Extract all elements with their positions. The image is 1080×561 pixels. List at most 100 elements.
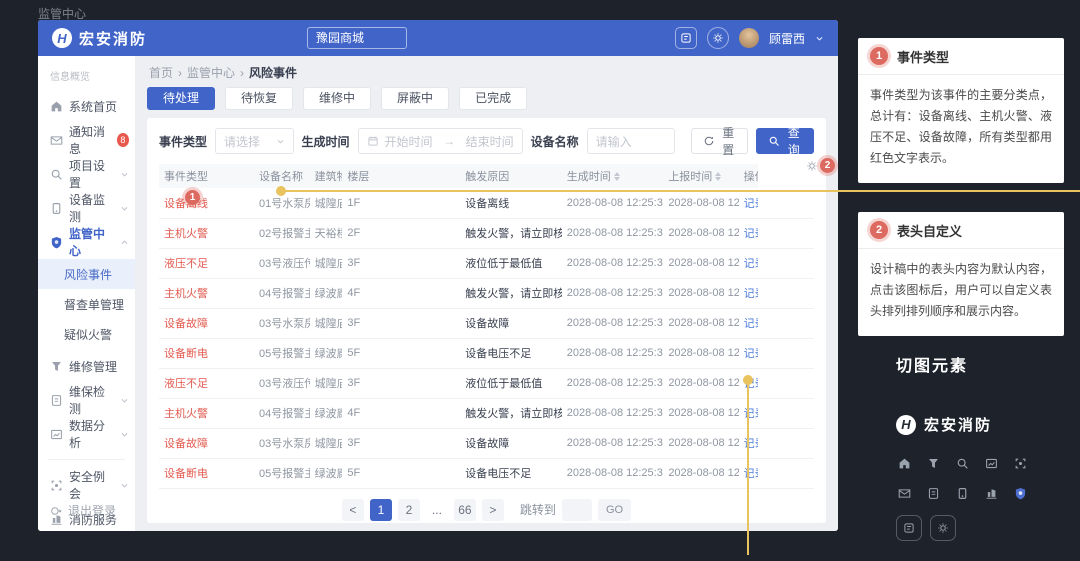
record-link[interactable]: 记录 xyxy=(744,318,759,330)
device-icon xyxy=(50,202,63,215)
status-tab[interactable]: 屏蔽中 xyxy=(381,87,449,110)
created-cell: 2028-08-08 12:25:36 xyxy=(562,458,664,488)
project-select[interactable]: 豫园商城 xyxy=(307,27,407,49)
sidebar: 信息概览 系统首页 通知消息 8 xyxy=(38,56,135,531)
record-link[interactable]: 记录 xyxy=(744,288,759,300)
column-header[interactable]: 事件类型 xyxy=(159,164,254,188)
status-tab[interactable]: 待处理 xyxy=(147,87,215,110)
chevron-down-icon xyxy=(120,238,129,247)
breadcrumb-item[interactable]: 风险事件 xyxy=(249,64,297,81)
created-cell: 2028-08-08 12:25:36 xyxy=(562,188,664,218)
sidebar-item[interactable]: 风险事件 xyxy=(38,259,135,289)
table-row[interactable]: 设备断电 05号报警主机 绿波廊 5F 设备电压不足 2028-08-08 12… xyxy=(159,458,814,488)
sidebar-item-label: 项目设置 xyxy=(69,157,114,191)
record-link[interactable]: 记录 xyxy=(744,408,759,420)
sidebar-item[interactable]: 维修管理 xyxy=(38,349,135,383)
record-link[interactable]: 记录 xyxy=(744,258,759,270)
table-row[interactable]: 设备断电 05号报警主机 绿波廊 5F 设备电压不足 2028-08-08 12… xyxy=(159,338,814,368)
event-type-cell: 主机火警 xyxy=(159,218,254,248)
column-header[interactable]: 设备名称 xyxy=(254,164,310,188)
chevron-down-icon[interactable] xyxy=(815,34,824,43)
jump-page-input[interactable] xyxy=(562,499,592,521)
column-header[interactable]: 触发原因 xyxy=(460,164,562,188)
annotation-dot xyxy=(276,186,286,196)
maintenance-icon xyxy=(925,485,941,501)
logout-button[interactable]: 退出登录 xyxy=(50,502,116,519)
assets-logo: H 宏安消防 xyxy=(896,414,1064,435)
device-cell: 04号报警主机 xyxy=(254,398,310,428)
sidebar-item-label: 数据分析 xyxy=(69,417,114,451)
reported-cell: 2028-08-08 12:25:36 xyxy=(663,278,738,308)
record-link[interactable]: 记录 xyxy=(744,438,759,450)
sidebar-item[interactable]: 疑似火警 xyxy=(38,319,135,349)
device-name-input[interactable]: 请输入 xyxy=(587,128,675,154)
breadcrumb-item[interactable]: 监管中心 xyxy=(187,64,235,81)
page-button[interactable]: 2 xyxy=(398,499,420,521)
table-row[interactable]: 设备故障 03号水泵房传感器 城隍庙 3F 设备故障 2028-08-08 12… xyxy=(159,308,814,338)
status-tab[interactable]: 维修中 xyxy=(303,87,371,110)
sidebar-item[interactable]: 维保检测 xyxy=(38,383,135,417)
reason-cell: 液位低于最低值 xyxy=(460,248,562,278)
table-row[interactable]: 主机火警 04号报警主机 绿波廊 4F 触发火警，请立即核实... 2028-0… xyxy=(159,398,814,428)
building-cell: 城隍庙 xyxy=(310,308,343,338)
sidebar-item[interactable]: 通知消息 8 xyxy=(38,123,135,157)
status-tab[interactable]: 已完成 xyxy=(459,87,527,110)
table-header-row: 事件类型 设备名称 xyxy=(159,164,814,188)
sidebar-item[interactable]: 监管中心 xyxy=(38,225,135,259)
status-tab[interactable]: 待恢复 xyxy=(225,87,293,110)
page-button[interactable]: 66 xyxy=(454,499,476,521)
table-row[interactable]: 设备离线 01号水泵房传感器 城隍庙 1F 设备离线 2028-08-08 12… xyxy=(159,188,814,218)
table-row[interactable]: 主机火警 04号报警主机 绿波廊 4F 触发火警，请立即核实... 2028-0… xyxy=(159,278,814,308)
journal-button[interactable] xyxy=(675,27,697,49)
table-row[interactable]: 主机火警 02号报警主机 天裕楼 2F 触发火警，请立即核实... 2028-0… xyxy=(159,218,814,248)
annotation-panel-2: 2 表头自定义 设计稿中的表头内容为默认内容，点击该图标后，用户可以自定义表头排… xyxy=(858,212,1064,336)
journal-icon xyxy=(901,520,917,536)
column-header[interactable]: 上报时间 xyxy=(663,164,738,188)
avatar[interactable] xyxy=(739,28,759,48)
reset-button[interactable]: 重置 xyxy=(691,128,749,154)
sort-icon[interactable] xyxy=(614,172,620,181)
table-row[interactable]: 液压不足 03号液压传感器 城隍庙 3F 液位低于最低值 2028-08-08 … xyxy=(159,248,814,278)
sidebar-item[interactable]: 督查单管理 xyxy=(38,289,135,319)
page-button[interactable]: < xyxy=(342,499,364,521)
assets-button xyxy=(930,515,956,541)
home-icon xyxy=(50,100,63,113)
column-header[interactable]: 生成时间 xyxy=(562,164,664,188)
event-type-cell: 设备断电 xyxy=(159,338,254,368)
record-link[interactable]: 记录 xyxy=(744,468,759,480)
sidebar-item[interactable]: 项目设置 xyxy=(38,157,135,191)
record-link[interactable]: 记录 xyxy=(744,198,759,210)
date-range-picker[interactable]: 开始时间 → 结束时间 xyxy=(358,128,523,154)
panel-body: 设计稿中的表头内容为默认内容，点击该图标后，用户可以自定义表头排列排列顺序和展示… xyxy=(858,249,1064,336)
sidebar-item[interactable]: 设备监测 xyxy=(38,191,135,225)
device-cell: 03号水泵房传感器 xyxy=(254,428,310,458)
events-table: 事件类型 设备名称 xyxy=(159,164,814,489)
settings-button[interactable] xyxy=(707,27,729,49)
actions-cell: 记录报修通知 xyxy=(739,278,759,308)
go-button[interactable]: GO xyxy=(598,499,631,521)
maintenance-icon xyxy=(50,394,63,407)
event-type-select[interactable]: 请选择 xyxy=(215,128,293,154)
column-header[interactable]: 建筑物名称 xyxy=(310,164,343,188)
sidebar-item[interactable]: 系统首页 xyxy=(38,89,135,123)
column-header[interactable]: 操作 xyxy=(739,164,759,188)
user-name[interactable]: 顾雷西 xyxy=(769,30,805,47)
sidebar-item[interactable]: 数据分析 xyxy=(38,417,135,451)
panel-title: 表头自定义 xyxy=(897,221,962,240)
refresh-icon xyxy=(703,135,715,147)
sort-icon[interactable] xyxy=(715,172,721,181)
created-cell: 2028-08-08 12:25:36 xyxy=(562,278,664,308)
created-cell: 2028-08-08 12:25:36 xyxy=(562,428,664,458)
breadcrumb-item[interactable]: 首页 xyxy=(149,64,173,81)
column-header[interactable]: 楼层 xyxy=(342,164,460,188)
page-button[interactable]: 1 xyxy=(370,499,392,521)
search-button[interactable]: 查询 xyxy=(756,128,814,154)
table-row[interactable]: 液压不足 03号液压传感器 城隍庙 3F 液位低于最低值 2028-08-08 … xyxy=(159,368,814,398)
record-link[interactable]: 记录 xyxy=(744,228,759,240)
table-row[interactable]: 设备故障 03号水泵房传感器 城隍庙 3F 设备故障 2028-08-08 12… xyxy=(159,428,814,458)
sidebar-item[interactable]: 安全例会 xyxy=(38,468,135,502)
page-button[interactable]: > xyxy=(482,499,504,521)
page-button[interactable]: ... xyxy=(426,499,448,521)
table-settings-gear-icon[interactable] xyxy=(806,160,818,172)
record-link[interactable]: 记录 xyxy=(744,348,759,360)
